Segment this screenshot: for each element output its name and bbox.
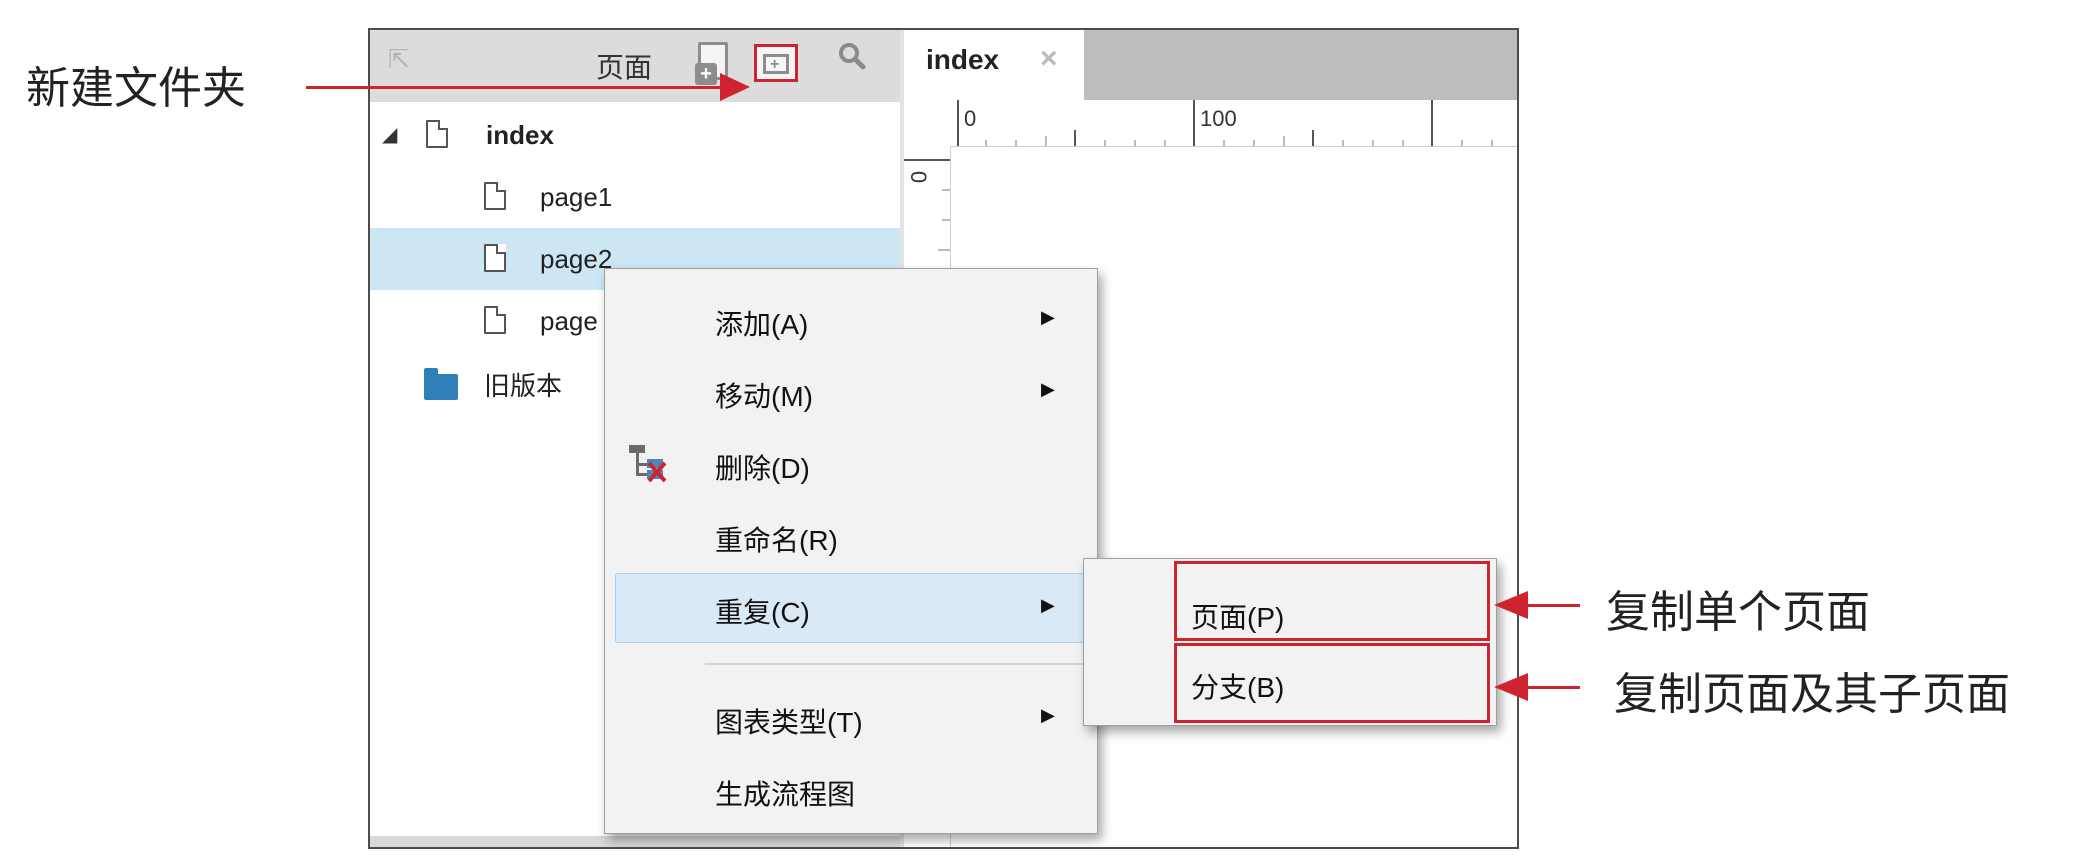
horizontal-ruler: 0 100 [956,100,1517,147]
folder-icon [424,368,458,400]
menu-item-duplicate[interactable]: 重复(C) ▶ [605,577,1097,639]
submenu-item-branch[interactable]: 分支(B) [1174,643,1490,723]
page-icon [484,182,506,210]
tree-item-label: page2 [540,244,613,274]
ruler-corner [904,100,957,147]
delete-page-icon [629,445,667,483]
context-menu: 添加(A) ▶ 移动(M) ▶ 删除(D) 重命名(R) 重复(C) ▶ 图表类… [604,268,1098,834]
callout-line [306,86,726,89]
menu-item-label: 移动(M) [715,381,813,412]
menu-item-label: 重命名(R) [715,525,838,556]
menu-item-label: 重复(C) [715,597,810,628]
folder-plus-icon: + [763,54,789,74]
collapse-arrow-icon[interactable]: ⇱ [388,44,410,75]
tree-item-label: 旧版本 [484,371,563,401]
tree-item-page1[interactable]: page1 [370,166,900,228]
tree-item-label: page1 [540,182,613,212]
search-icon[interactable] [838,42,866,70]
menu-item-delete[interactable]: 删除(D) [605,433,1097,495]
pages-panel-title: 页面 [596,52,653,83]
menu-item-label: 添加(A) [715,309,809,340]
submenu-arrow-icon: ▶ [1041,379,1055,399]
menu-item-generate-flowchart[interactable]: 生成流程图 [605,759,1097,821]
menu-item-add[interactable]: 添加(A) ▶ [605,289,1097,351]
submenu-arrow-icon: ▶ [1041,705,1055,725]
callout-new-folder: 新建文件夹 [26,64,246,113]
submenu-arrow-icon: ▶ [1041,595,1055,615]
arrow-left-icon [1494,673,1528,701]
pages-toolbar: ⇱ 页面 + + [370,30,900,102]
submenu-item-page[interactable]: 页面(P) [1174,561,1490,641]
submenu-item-label: 页面(P) [1191,602,1285,633]
ruler-label: 0 [906,170,932,184]
submenu-item-label: 分支(B) [1191,672,1285,703]
panel-scrollbar[interactable] [370,836,900,847]
tab-label: index [926,44,1000,75]
page-icon [426,120,448,148]
tree-item-label: page [540,306,598,336]
callout-line [1526,604,1580,607]
ruler-label: 100 [1200,106,1237,131]
callout-copy-single: 复制单个页面 [1606,588,1870,637]
page-icon [484,244,506,272]
tab-bar: index × [904,30,1517,100]
menu-item-label: 删除(D) [715,453,810,484]
arrow-left-icon [1494,591,1528,619]
ruler-label: 0 [964,106,977,131]
callout-line [1526,686,1580,689]
callout-copy-with-children: 复制页面及其子页面 [1614,670,2010,719]
menu-item-label: 图表类型(T) [715,707,863,738]
menu-item-rename[interactable]: 重命名(R) [605,505,1097,567]
menu-separator [705,663,1085,665]
new-folder-button[interactable]: + [754,44,798,82]
tree-item-label: index [486,120,554,150]
close-icon[interactable]: × [1040,42,1058,76]
tab-index[interactable]: index × [904,30,1084,100]
page-icon [484,306,506,334]
submenu-arrow-icon: ▶ [1041,307,1055,327]
arrow-right-icon [720,73,750,101]
expand-triangle-icon[interactable]: ◢ [382,122,397,147]
tree-item-index[interactable]: ◢ index [370,104,900,166]
duplicate-submenu: 页面(P) 分支(B) [1083,558,1497,726]
menu-item-move[interactable]: 移动(M) ▶ [605,361,1097,423]
menu-item-label: 生成流程图 [715,779,856,810]
menu-item-diagram-type[interactable]: 图表类型(T) ▶ [605,687,1097,749]
